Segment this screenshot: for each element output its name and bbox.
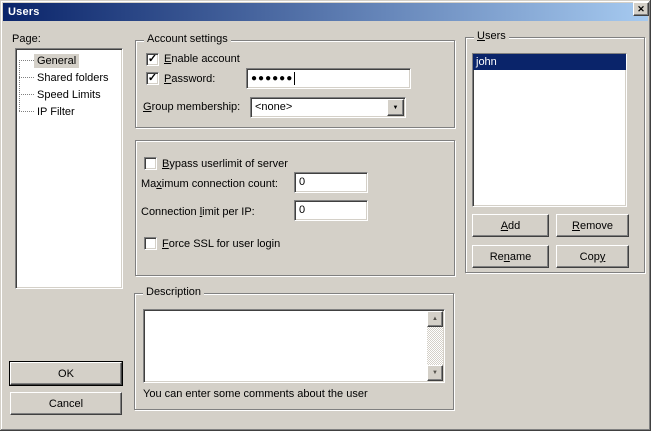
close-button[interactable]: ✕ xyxy=(633,2,649,16)
add-user-button[interactable]: Add xyxy=(472,214,549,237)
connection-limit-per-ip-label: Connection limit per IP: xyxy=(141,206,255,218)
titlebar: Users xyxy=(3,3,648,21)
tree-item-label: Shared folders xyxy=(34,71,112,85)
tree-elbow-icon xyxy=(19,94,34,95)
page-tree[interactable]: General Shared folders Speed Limits IP F… xyxy=(15,48,123,289)
bypass-userlimit-checkbox[interactable]: ✓ xyxy=(144,157,157,170)
description-hint: You can enter some comments about the us… xyxy=(143,388,368,400)
tree-elbow-icon xyxy=(19,111,34,112)
tree-elbow-icon xyxy=(19,60,34,61)
connection-limit-per-ip-value: 0 xyxy=(299,204,305,216)
max-connection-count-input[interactable]: 0 xyxy=(294,172,368,193)
user-name: john xyxy=(476,56,497,68)
add-button-label: Add xyxy=(501,220,521,232)
password-checkbox[interactable]: ✓ xyxy=(146,72,159,85)
cancel-button-label: Cancel xyxy=(49,398,83,410)
scroll-up-icon: ▲ xyxy=(432,316,438,322)
password-label[interactable]: Password: xyxy=(164,73,215,85)
tree-item-speed-limits[interactable]: Speed Limits xyxy=(16,86,104,103)
tree-item-label: IP Filter xyxy=(34,105,78,119)
max-connection-count-value: 0 xyxy=(299,176,305,188)
description-textarea[interactable]: ▲ ▼ xyxy=(143,309,445,383)
cancel-button[interactable]: Cancel xyxy=(10,392,122,415)
checkmark-icon: ✓ xyxy=(148,54,157,65)
enable-account-label[interactable]: Enable account xyxy=(164,53,240,65)
limits-group: ✓ Bypass userlimit of server Maximum con… xyxy=(135,140,455,276)
force-ssl-label[interactable]: Force SSL for user login xyxy=(162,238,280,250)
bypass-userlimit-label[interactable]: Bypass userlimit of server xyxy=(162,158,288,170)
password-input[interactable]: ●●●●●● xyxy=(246,68,411,89)
dialog-frame: Users ✕ Page: General Shared folders Spe… xyxy=(0,0,651,431)
ok-button-label: OK xyxy=(58,368,74,380)
window-title: Users xyxy=(8,6,40,18)
users-list[interactable]: john xyxy=(472,53,627,207)
ok-button[interactable]: OK xyxy=(10,362,122,385)
page-panel-label: Page: xyxy=(12,33,41,45)
description-scrollbar[interactable]: ▲ ▼ xyxy=(427,311,443,381)
chevron-down-icon: ▼ xyxy=(393,105,399,111)
description-title: Description xyxy=(143,286,204,298)
account-settings-group: Account settings ✓ Enable account ✓ Pass… xyxy=(135,40,455,128)
tree-elbow-icon xyxy=(19,77,34,78)
remove-button-label: Remove xyxy=(572,220,613,232)
group-membership-label: Group membership: xyxy=(143,101,240,113)
scroll-down-icon: ▼ xyxy=(432,370,438,376)
text-caret xyxy=(294,72,295,85)
users-group: Users john Add Remove Rename Copy xyxy=(465,37,645,273)
tree-item-label: General xyxy=(34,54,79,68)
scroll-down-button[interactable]: ▼ xyxy=(427,365,443,381)
checkmark-icon: ✓ xyxy=(148,73,157,84)
description-group: Description ▲ ▼ You can enter some comme… xyxy=(134,293,454,410)
rename-button-label: Rename xyxy=(490,251,532,263)
tree-item-ip-filter[interactable]: IP Filter xyxy=(16,103,78,120)
force-ssl-checkbox[interactable]: ✓ xyxy=(144,237,157,250)
tree-item-label: Speed Limits xyxy=(34,88,104,102)
copy-user-button[interactable]: Copy xyxy=(556,245,629,268)
rename-user-button[interactable]: Rename xyxy=(472,245,549,268)
connection-limit-per-ip-input[interactable]: 0 xyxy=(294,200,368,221)
dropdown-button[interactable]: ▼ xyxy=(387,99,404,116)
enable-account-checkbox[interactable]: ✓ xyxy=(146,53,159,66)
group-membership-select[interactable]: <none> ▼ xyxy=(250,97,406,118)
account-settings-title: Account settings xyxy=(144,33,231,45)
users-dialog: Users ✕ Page: General Shared folders Spe… xyxy=(0,0,651,431)
tree-item-shared-folders[interactable]: Shared folders xyxy=(16,69,112,86)
copy-button-label: Copy xyxy=(580,251,606,263)
scroll-up-button[interactable]: ▲ xyxy=(427,311,443,327)
max-connection-count-label: Maximum connection count: xyxy=(141,178,278,190)
group-membership-value: <none> xyxy=(255,101,385,113)
remove-user-button[interactable]: Remove xyxy=(556,214,629,237)
user-list-item-john[interactable]: john xyxy=(473,54,626,70)
tree-item-general[interactable]: General xyxy=(16,52,79,69)
users-group-title: Users xyxy=(474,30,509,42)
close-icon: ✕ xyxy=(637,5,645,14)
password-masked-value: ●●●●●● xyxy=(251,73,293,84)
